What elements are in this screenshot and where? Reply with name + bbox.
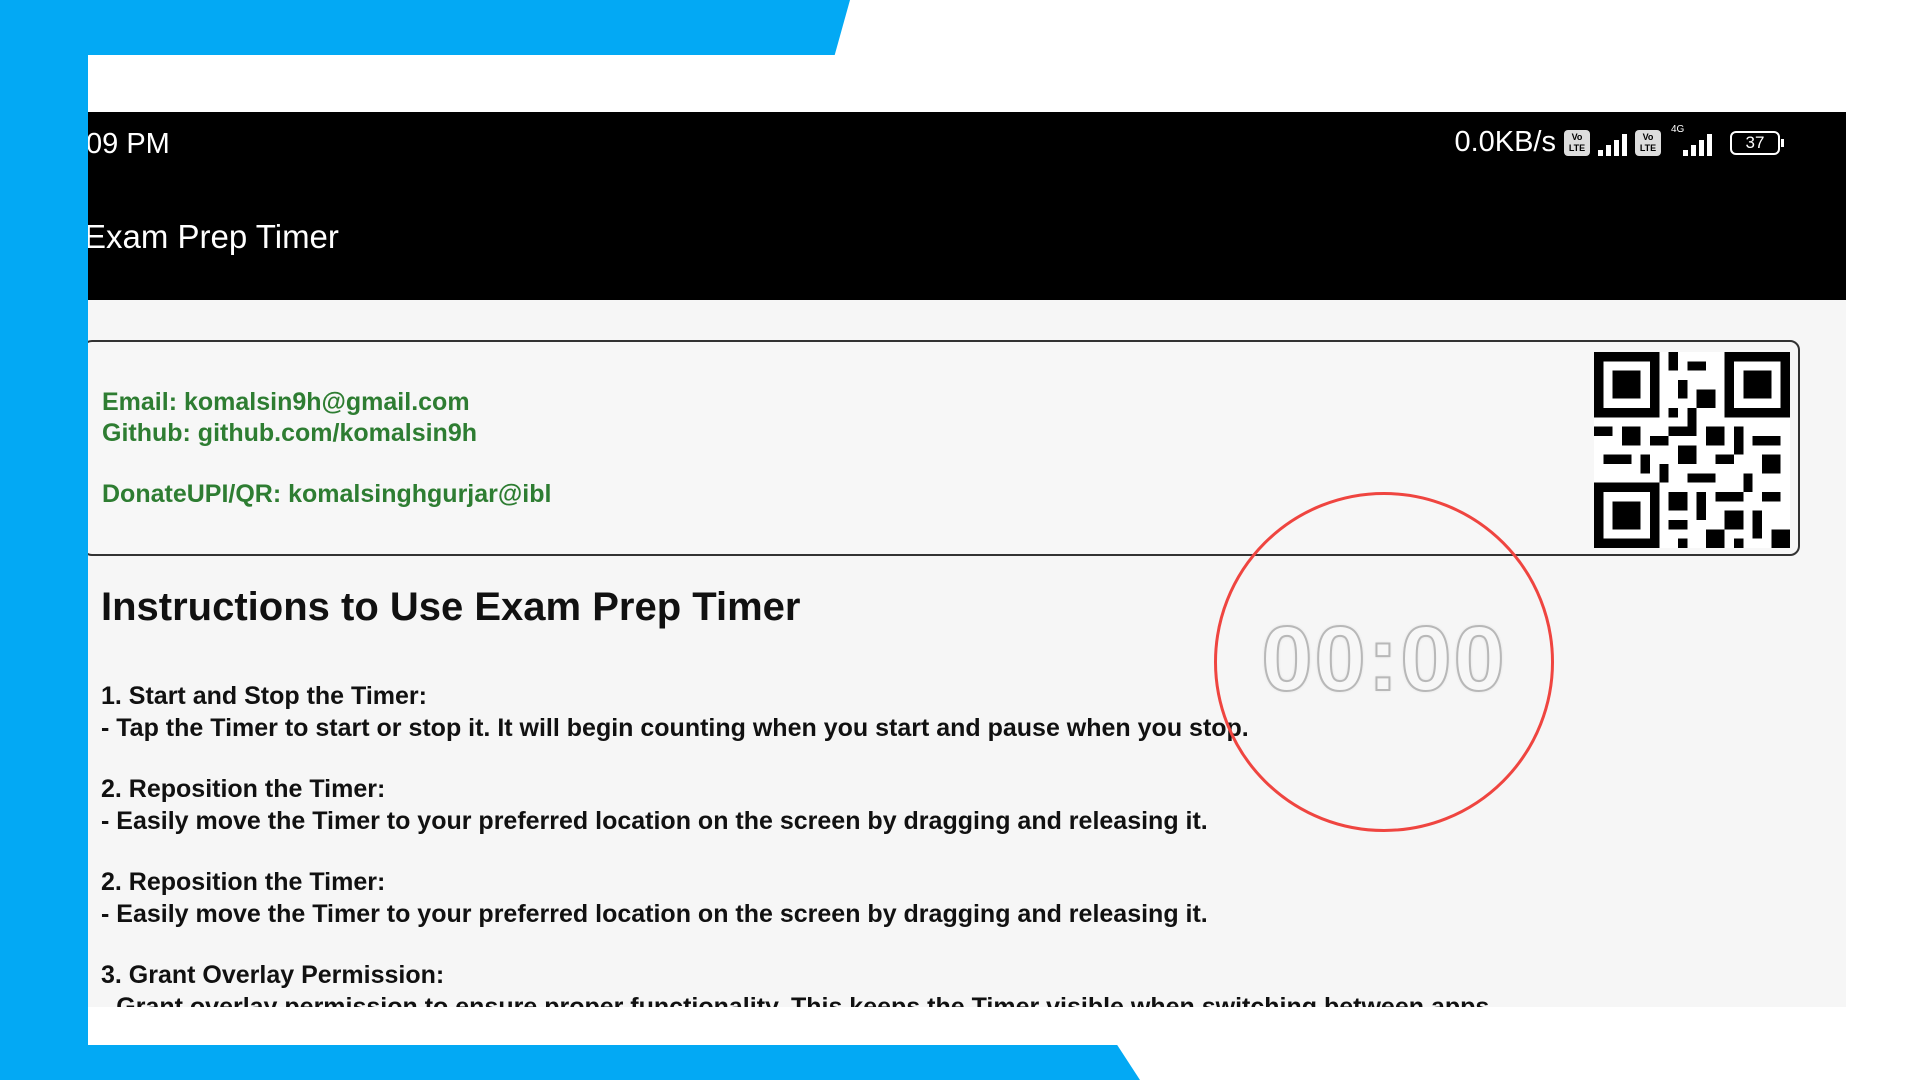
battery-icon: 37 bbox=[1730, 130, 1784, 155]
background-bottom-band bbox=[0, 1045, 1140, 1080]
instruction-line: - Grant overlay permission to ensure pro… bbox=[101, 993, 1497, 1007]
signal-icon bbox=[1598, 130, 1627, 156]
timer-widget[interactable]: 00:00 bbox=[1214, 492, 1554, 832]
contact-donate[interactable]: DonateUPI/QR: komalsinghgurjar@ibl bbox=[102, 480, 551, 509]
contact-card: Email: komalsin9h@gmail.com Github: gith… bbox=[88, 340, 1800, 556]
instruction-line: - Easily move the Timer to your preferre… bbox=[101, 900, 1208, 928]
status-time: 09 PM bbox=[88, 128, 170, 160]
network-type: 4G bbox=[1671, 123, 1685, 135]
instruction-line: - Easily move the Timer to your preferre… bbox=[101, 807, 1208, 835]
network-speed: 0.0KB/s bbox=[1454, 126, 1556, 158]
instructions-title: Instructions to Use Exam Prep Timer bbox=[101, 585, 801, 629]
instruction-line: 1. Start and Stop the Timer: bbox=[101, 682, 427, 710]
background-top-band bbox=[0, 0, 850, 55]
timer-display[interactable]: 00:00 bbox=[1217, 607, 1551, 712]
contact-github[interactable]: Github: github.com/komalsin9h bbox=[102, 419, 477, 448]
qr-code-icon bbox=[1594, 352, 1790, 548]
instruction-line: - Tap the Timer to start or stop it. It … bbox=[101, 714, 1249, 742]
instruction-line: 2. Reposition the Timer: bbox=[101, 868, 386, 896]
background-left-band bbox=[0, 0, 88, 1080]
volte-icon: Vo LTE bbox=[1635, 129, 1661, 156]
phone-screen: 09 PM 0.0KB/s Vo LTE Vo LTE 4G 37 Exam P… bbox=[88, 112, 1846, 1007]
instruction-line: 3. Grant Overlay Permission: bbox=[101, 961, 445, 989]
contact-email[interactable]: Email: komalsin9h@gmail.com bbox=[102, 388, 470, 417]
signal-4g-icon: 4G bbox=[1669, 124, 1712, 156]
status-icons: 0.0KB/s Vo LTE Vo LTE 4G 37 bbox=[1454, 124, 1784, 159]
volte-icon: Vo LTE bbox=[1564, 129, 1590, 156]
instruction-line: 2. Reposition the Timer: bbox=[101, 775, 386, 803]
app-header: 09 PM 0.0KB/s Vo LTE Vo LTE 4G 37 Exam P… bbox=[88, 112, 1846, 300]
app-title: Exam Prep Timer bbox=[88, 218, 339, 255]
